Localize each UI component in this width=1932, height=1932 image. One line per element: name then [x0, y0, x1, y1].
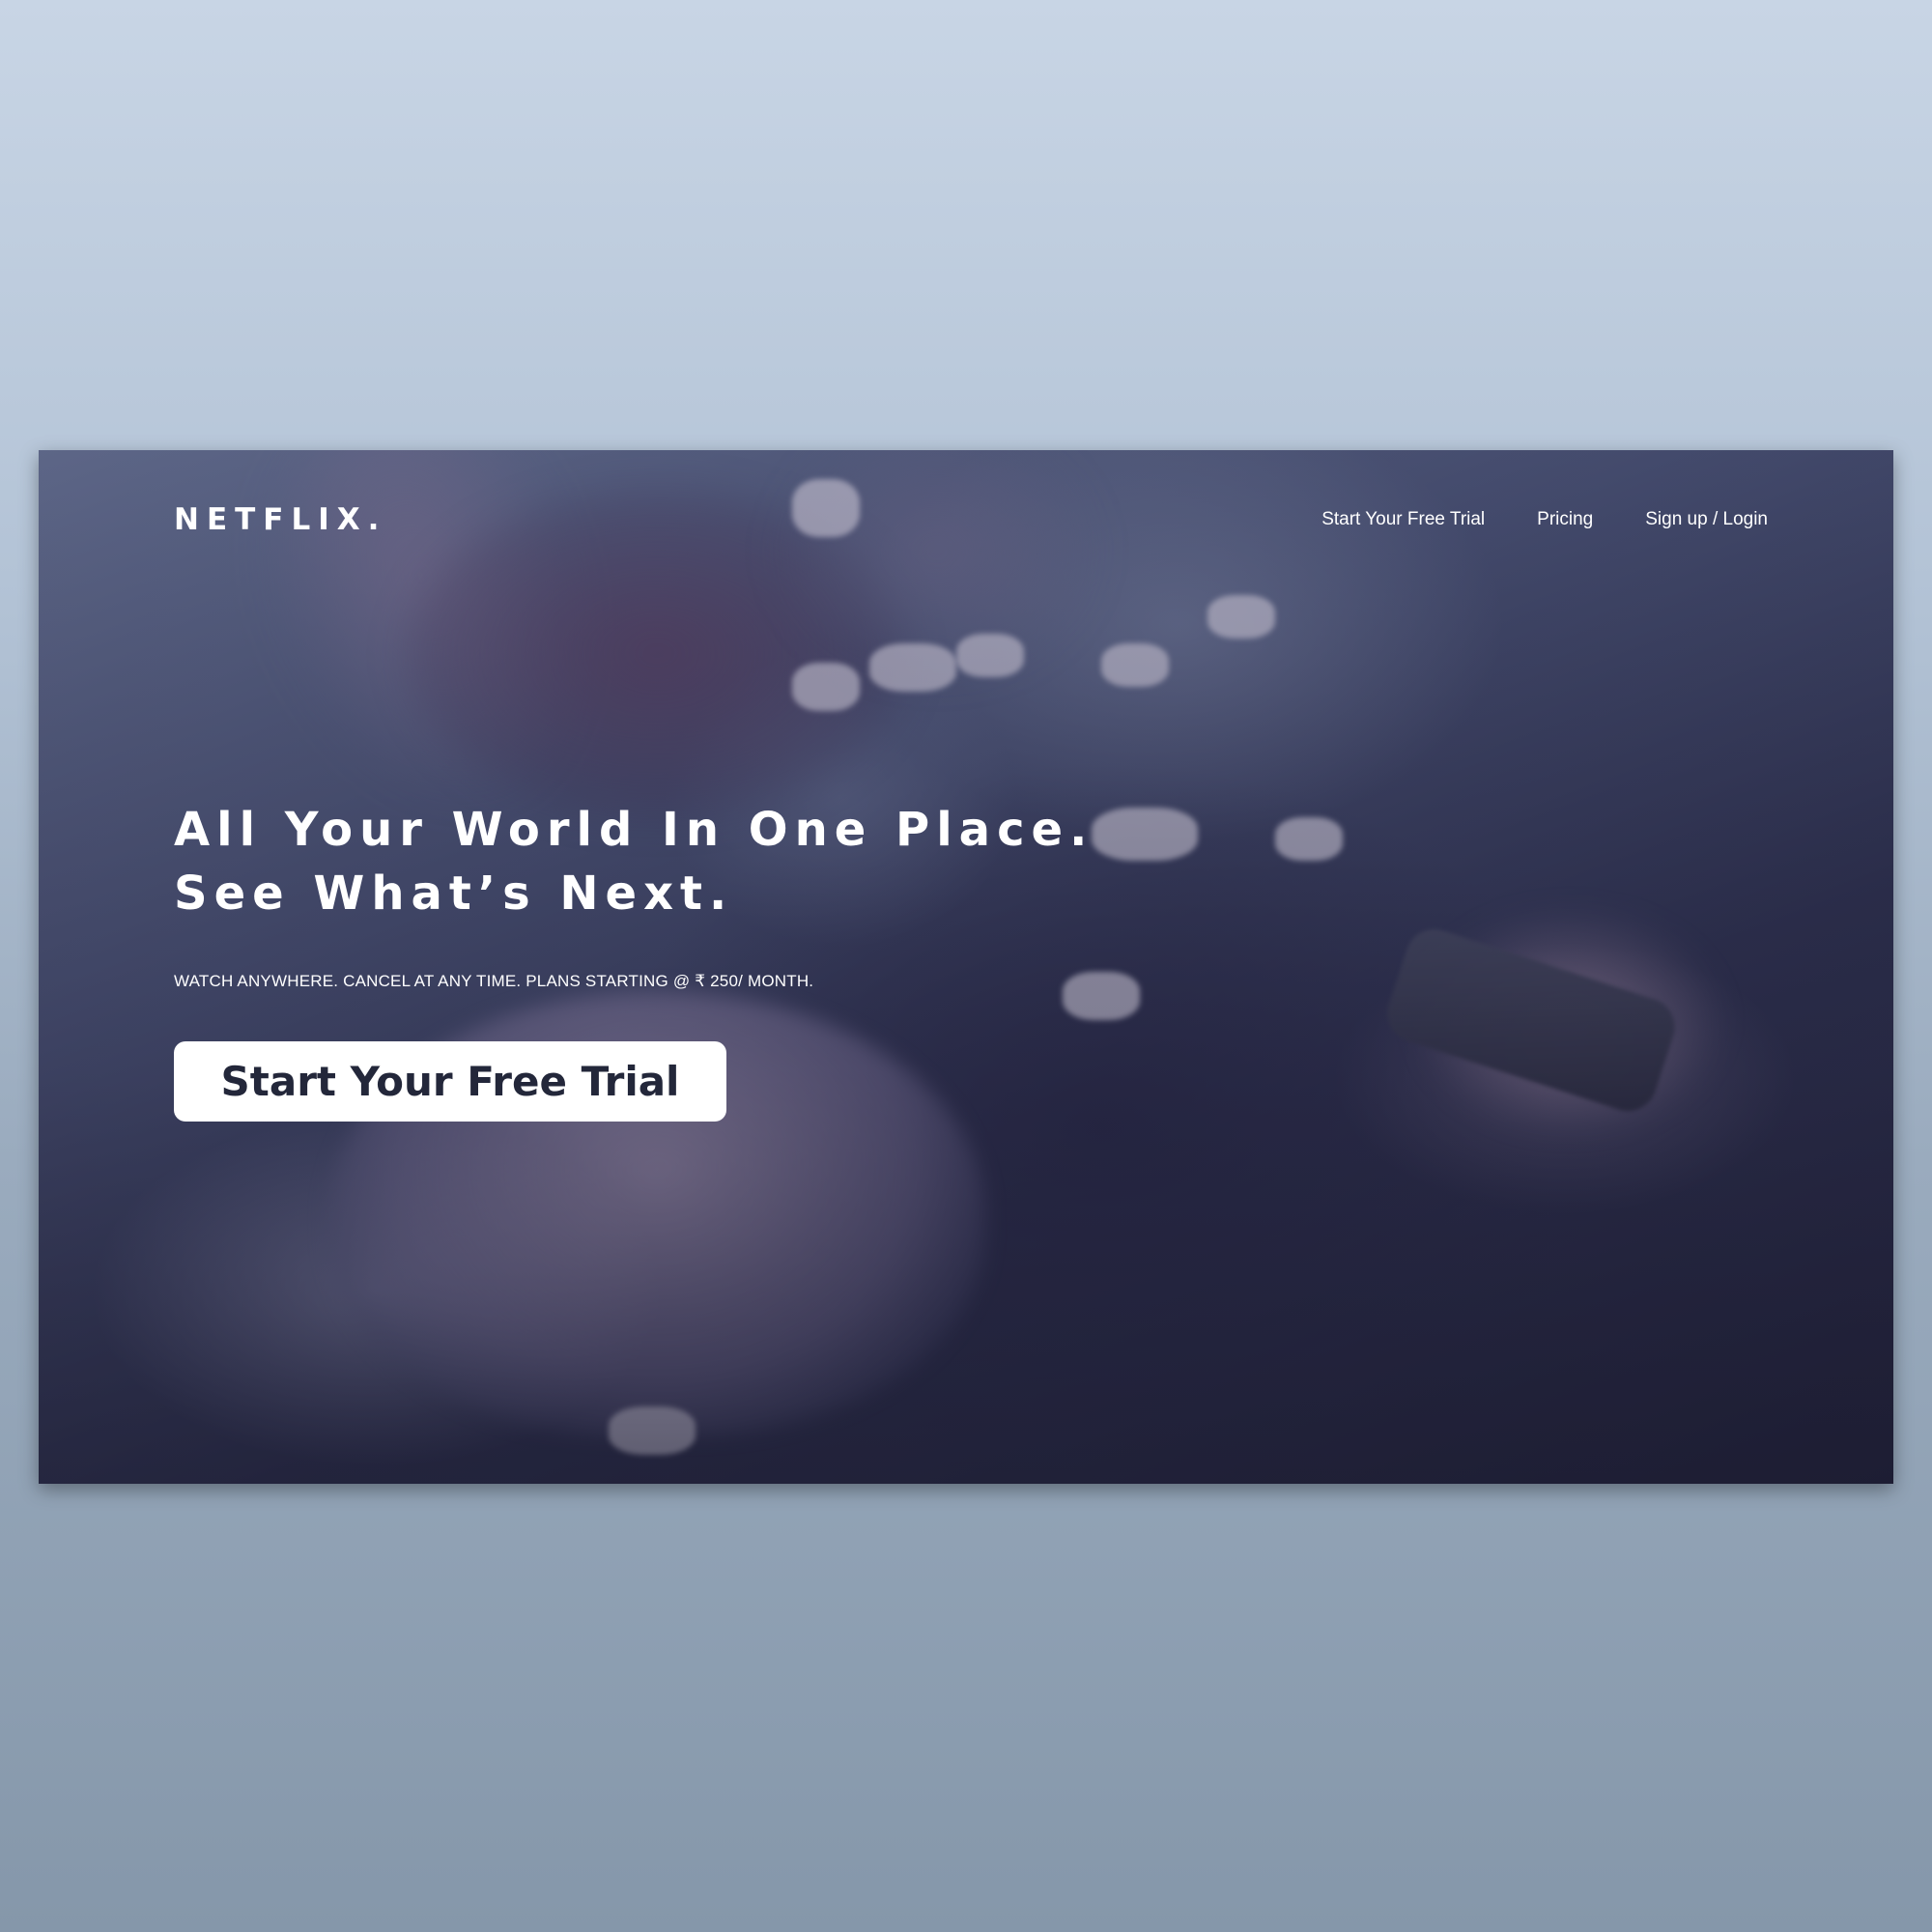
hero-section: All Your World In One Place. See What’s … [174, 798, 1094, 1122]
nav-link-sign-up-login[interactable]: Sign up / Login [1645, 509, 1768, 530]
nav-links: Start Your Free Trial Pricing Sign up / … [1321, 509, 1768, 530]
nav-link-start-free-trial[interactable]: Start Your Free Trial [1321, 509, 1485, 530]
hero-subtext: WATCH ANYWHERE. CANCEL AT ANY TIME. PLAN… [174, 972, 814, 990]
top-navigation: NETFLIX. Start Your Free Trial Pricing S… [174, 500, 1768, 539]
hero-headline: All Your World In One Place. See What’s … [174, 798, 1094, 925]
start-free-trial-button[interactable]: Start Your Free Trial [174, 1041, 726, 1122]
landing-page-screenshot: NETFLIX. Start Your Free Trial Pricing S… [39, 450, 1893, 1484]
nav-link-pricing[interactable]: Pricing [1537, 509, 1593, 530]
hero-headline-line-2: See What’s Next. [174, 867, 734, 921]
hero-headline-line-1: All Your World In One Place. [174, 803, 1094, 857]
netflix-logo[interactable]: NETFLIX. [174, 502, 386, 537]
